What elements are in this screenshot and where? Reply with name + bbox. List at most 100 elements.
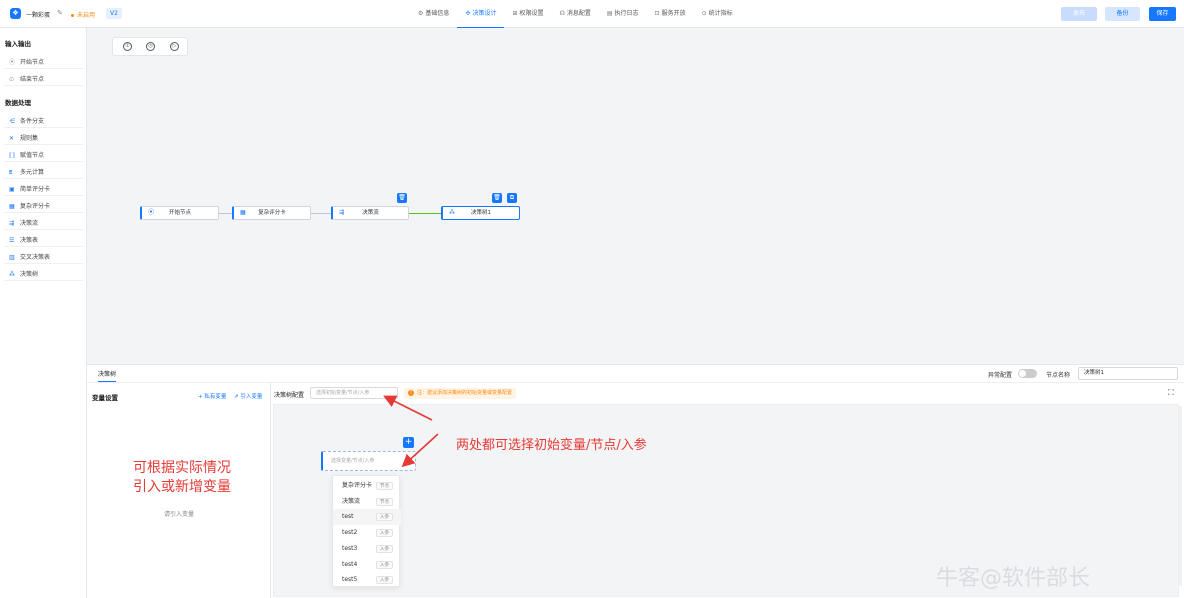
node-select-placeholder: 选择变量/节点/入参 [331, 458, 375, 464]
dropdown-option[interactable]: 决策流 节点 [333, 494, 401, 510]
tab-label: 决策设计 [472, 10, 497, 17]
tab-messages[interactable]: ☊ 消息配置 [552, 0, 599, 28]
tab-label: 执行日志 [614, 10, 639, 17]
headset-icon: ☊ [559, 10, 565, 17]
flow-node-complex-scorecard[interactable]: ▦ 复杂评分卡 [232, 206, 311, 220]
table-icon: ☰ [9, 237, 15, 244]
sidebar-item-cross-table[interactable]: ▥ 交叉决策表 [4, 251, 83, 264]
sidebar-item-multi-calc[interactable]: ⩩ 多元计算 [4, 166, 83, 179]
option-label: test2 [342, 529, 358, 537]
status-dot-icon [71, 14, 74, 17]
copy-icon[interactable]: ⧉ [507, 193, 517, 203]
edge-scorecard-to-flow [311, 213, 331, 214]
dropdown-option[interactable]: 复杂评分卡 节点 [333, 478, 401, 494]
edge-flow-to-tree [408, 212, 441, 214]
sidebar-item-decision-tree[interactable]: ⁂ 决策树 [4, 268, 83, 281]
branch-icon: ⋲ [9, 118, 15, 125]
app-logo-icon: ❖ [10, 8, 21, 19]
option-tag: 入参 [376, 576, 393, 585]
tab-metrics[interactable]: ⊙ 统计指标 [694, 0, 741, 28]
exception-config-label: 异常配置 [988, 372, 1013, 379]
dropdown-option[interactable]: test 入参 [333, 509, 401, 526]
play-icon[interactable]: ▷ [170, 42, 179, 51]
tab-label: 权限设置 [519, 10, 544, 17]
main-tabs: ⚙ 基础信息 ✣ 决策设计 ⊞ 权限设置 ☊ 消息配置 ▤ 执行日志 ⊡ 服务开放 ⊙ 统计指… [410, 0, 741, 28]
assign-icon: ⟦⟧ [9, 152, 15, 159]
end-icon: ⊙ [9, 76, 15, 83]
info-icon[interactable]: ① [123, 42, 132, 51]
add-node-icon[interactable]: + [403, 437, 414, 448]
dropdown-option[interactable]: test5 入参 [333, 572, 401, 588]
tab-decision-design[interactable]: ✣ 决策设计 [457, 0, 505, 28]
option-label: test [342, 513, 354, 521]
option-tag: 入参 [376, 529, 393, 538]
node-name-label: 节点名称 [1046, 372, 1071, 379]
flow-node-decision-tree[interactable]: ⁂ 决策树1 [441, 206, 520, 220]
variable-settings-title: 变量设置 [92, 394, 118, 402]
sidebar-item-decision-flow[interactable]: ⇶ 决策流 [4, 217, 83, 230]
option-tag: 入参 [376, 544, 393, 553]
tab-label: 基础信息 [425, 10, 450, 17]
scrollbar[interactable] [1178, 406, 1182, 586]
sidebar-item-simple-scorecard[interactable]: ▣ 简单评分卡 [4, 183, 83, 196]
dropdown-option[interactable]: test4 入参 [333, 557, 401, 573]
sidebar-item-condition[interactable]: ⋲ 条件分支 [4, 115, 83, 128]
publish-button[interactable]: 发布 [1061, 7, 1097, 21]
status-text: 未启用 [77, 12, 96, 19]
sidebar-item-label: 条件分支 [20, 118, 45, 125]
permission-icon: ⊞ [512, 10, 518, 17]
node-label: 复杂评分卡 [258, 210, 286, 216]
import-variable-link[interactable]: ⇗ 引入变量 [234, 392, 262, 400]
service-icon: ⊡ [654, 10, 660, 17]
top-bar: ❖ 一颗彩蛋 ✎ 未启用 V2 ⚙ 基础信息 ✣ 决策设计 ⊞ 权限设置 ☊ 消息配置 … [0, 0, 1184, 28]
annotation-text: 可根据实际情况 引入或新增变量 [133, 460, 231, 495]
delete-icon[interactable]: 🗑 [492, 193, 502, 203]
sidebar-item-label: 规则集 [20, 135, 39, 142]
fullscreen-icon[interactable]: ⛶ [1168, 388, 1174, 398]
flow-canvas[interactable]: ① ◷ ▷ ⦿ 开始节点 ▦ 复杂评分卡 ⇶ 决策流 🗑 ⁂ 决策树1 🗑 ⧉ [87, 28, 1184, 364]
settings-icon: ⚙ [418, 10, 424, 17]
tab-label: 消息配置 [566, 10, 591, 17]
edge-start-to-scorecard [219, 213, 232, 214]
exception-toggle[interactable] [1018, 369, 1037, 378]
start-icon: ⦿ [9, 59, 16, 66]
dropdown-option[interactable]: test2 入参 [333, 525, 401, 541]
option-label: test5 [342, 576, 358, 584]
tab-label: 服务开放 [661, 10, 686, 17]
tab-permissions[interactable]: ⊞ 权限设置 [504, 0, 551, 28]
edit-icon[interactable]: ✎ [57, 9, 63, 17]
sidebar-item-ruleset[interactable]: ✕ 规则集 [4, 132, 83, 145]
tab-service[interactable]: ⊡ 服务开放 [647, 0, 694, 28]
sidebar-item-end-node[interactable]: ⊙ 结束节点 [4, 73, 83, 86]
design-icon: ✣ [465, 10, 471, 17]
flow-node-start[interactable]: ⦿ 开始节点 [140, 206, 219, 220]
dropdown-option[interactable]: test3 入参 [333, 541, 401, 557]
sidebar-item-label: 赋值节点 [20, 152, 45, 159]
node-name-input[interactable]: 决策树1 [1078, 367, 1178, 380]
option-tag: 入参 [376, 560, 393, 569]
annotation-right: 两处都可选择初始变量/节点/入参 [456, 438, 647, 453]
tab-decision-tree[interactable]: 决策树 [98, 369, 117, 382]
flow-icon: ⇶ [9, 220, 15, 227]
tree-root-node-select[interactable]: 选择变量/节点/入参 ⌃ [321, 451, 416, 471]
flow-node-decision-flow[interactable]: ⇶ 决策流 [331, 206, 409, 220]
history-icon[interactable]: ◷ [146, 42, 155, 51]
sidebar-item-start-node[interactable]: ⦿ 开始节点 [4, 56, 83, 69]
node-label: 决策流 [362, 210, 379, 216]
metrics-icon: ⊙ [701, 10, 707, 17]
sidebar-item-label: 结束节点 [20, 76, 45, 83]
sidebar-item-decision-table[interactable]: ☰ 决策表 [4, 234, 83, 247]
delete-icon[interactable]: 🗑 [397, 193, 407, 203]
initial-variable-select[interactable]: 选择初始变量/节点/入参 [310, 387, 398, 399]
sidebar-item-label: 简单评分卡 [20, 186, 51, 193]
save-button[interactable]: 保存 [1149, 7, 1176, 21]
add-private-variable-link[interactable]: + 私有变量 [198, 392, 226, 400]
sidebar-item-assign[interactable]: ⟦⟧ 赋值节点 [4, 149, 83, 162]
tab-logs[interactable]: ▤ 执行日志 [599, 0, 647, 28]
backup-button[interactable]: 备份 [1105, 7, 1140, 21]
tab-basic-info[interactable]: ⚙ 基础信息 [410, 0, 457, 28]
app-name: 一颗彩蛋 [26, 12, 51, 19]
sidebar-item-complex-scorecard[interactable]: ▦ 复杂评分卡 [4, 200, 83, 213]
version-badge: V2 [106, 8, 122, 19]
option-tag: 节点 [376, 497, 393, 506]
